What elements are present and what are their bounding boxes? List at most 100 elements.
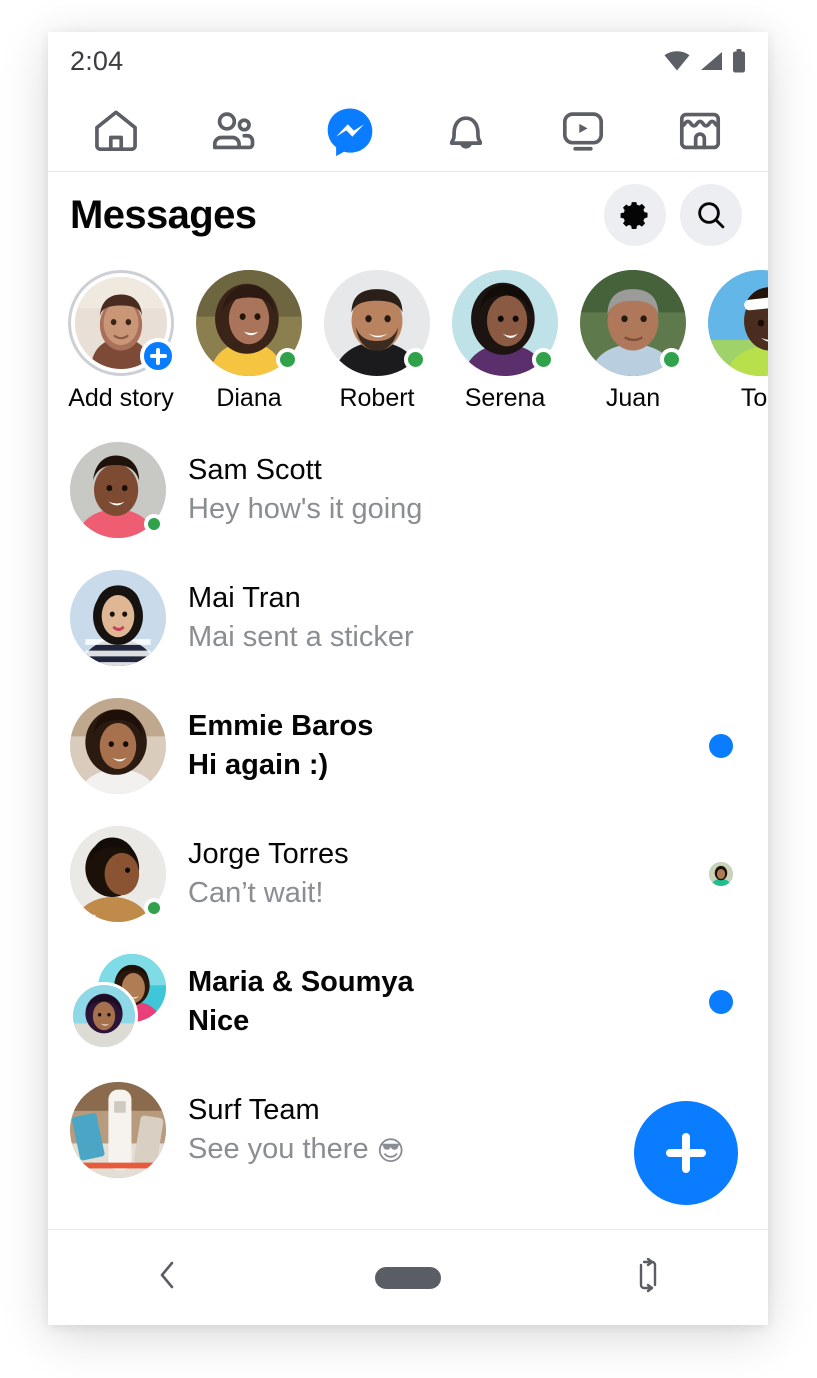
- conversation-row-mai-tran[interactable]: Mai Tran Mai sent a sticker: [48, 554, 768, 682]
- unread-indicator-dot: [709, 734, 733, 758]
- conversation-meta: [700, 990, 742, 1014]
- avatar-wrap: [70, 570, 166, 666]
- stories-row[interactable]: Add story: [48, 258, 768, 418]
- storefront-icon: [674, 105, 726, 157]
- story-juan[interactable]: Juan: [580, 270, 686, 413]
- online-status-badge: [144, 898, 164, 918]
- sunglasses-emoji: 😎: [377, 1136, 405, 1166]
- conversation-snippet: Mai sent a sticker: [188, 618, 700, 657]
- wifi-icon: [664, 51, 690, 71]
- tab-notifications[interactable]: [435, 102, 497, 160]
- battery-icon: [732, 49, 746, 73]
- conversation-row-jorge-torres[interactable]: Jorge Torres Can’t wait!: [48, 810, 768, 938]
- story-avatar-wrap: [68, 270, 174, 376]
- story-serena[interactable]: Serena: [452, 270, 558, 413]
- avatar-wrap: [70, 826, 166, 922]
- conversation-name: Emmie Baros: [188, 707, 700, 746]
- system-home-button[interactable]: [353, 1247, 463, 1309]
- tab-marketplace[interactable]: [669, 102, 731, 160]
- seen-by-avatar: [709, 862, 733, 886]
- tab-watch[interactable]: [552, 102, 614, 160]
- search-icon: [694, 198, 728, 232]
- conversation-snippet: Nice: [188, 1002, 700, 1041]
- home-icon: [90, 105, 142, 157]
- avatar: [70, 1082, 166, 1178]
- video-play-icon: [557, 105, 609, 157]
- conversation-text: Sam Scott Hey how's it going: [166, 451, 700, 529]
- rotate-screen-icon: [633, 1257, 663, 1298]
- messenger-icon: [324, 105, 376, 157]
- header-actions: [604, 184, 742, 246]
- conversation-row-emmie-baros[interactable]: Emmie Baros Hi again :): [48, 682, 768, 810]
- conversation-snippet: Can’t wait!: [188, 874, 700, 913]
- avatar: [70, 982, 138, 1050]
- people-icon: [207, 105, 259, 157]
- avatar: [70, 570, 166, 666]
- tab-chats[interactable]: [319, 102, 381, 160]
- avatar: [708, 270, 768, 376]
- cellular-signal-icon: [699, 51, 723, 71]
- conversation-name: Mai Tran: [188, 579, 700, 618]
- story-add-story[interactable]: Add story: [68, 270, 174, 413]
- story-robert[interactable]: Robert: [324, 270, 430, 413]
- avatar-wrap: [70, 954, 166, 1050]
- conversation-row-sam-scott[interactable]: Sam Scott Hey how's it going: [48, 426, 768, 554]
- conversation-name: Maria & Soumya: [188, 963, 700, 1002]
- conversation-meta: [700, 862, 742, 886]
- unread-indicator-dot: [709, 990, 733, 1014]
- page-title: Messages: [70, 195, 256, 235]
- story-avatar-wrap: [580, 270, 686, 376]
- status-bar: 2:04: [48, 32, 768, 90]
- status-bar-clock: 2:04: [70, 46, 123, 77]
- conversation-text: Emmie Baros Hi again :): [166, 707, 700, 785]
- snippet-text: See you there: [188, 1133, 377, 1165]
- new-message-button[interactable]: [634, 1101, 738, 1205]
- conversation-name: Jorge Torres: [188, 835, 700, 874]
- story-label: Ton: [741, 385, 768, 413]
- online-status-badge: [144, 514, 164, 534]
- conversation-text: Jorge Torres Can’t wait!: [166, 835, 700, 913]
- conversation-snippet: Hi again :): [188, 746, 700, 785]
- online-status-badge: [660, 348, 683, 371]
- settings-button[interactable]: [604, 184, 666, 246]
- story-label: Juan: [606, 385, 660, 413]
- status-bar-icons: [664, 49, 746, 73]
- page-header: Messages: [48, 172, 768, 258]
- story-label: Serena: [465, 385, 546, 413]
- story-diana[interactable]: Diana: [196, 270, 302, 413]
- chevron-left-icon: [155, 1258, 181, 1297]
- story-label: Robert: [339, 385, 414, 413]
- avatar-wrap: [70, 1082, 166, 1178]
- tab-people[interactable]: [202, 102, 264, 160]
- avatar-wrap: [70, 442, 166, 538]
- story-avatar-wrap: [324, 270, 430, 376]
- conversation-snippet: Hey how's it going: [188, 490, 700, 529]
- story-label: Diana: [216, 385, 281, 413]
- conversation-name: Surf Team: [188, 1091, 700, 1130]
- search-button[interactable]: [680, 184, 742, 246]
- tab-home[interactable]: [85, 102, 147, 160]
- system-rotate-button[interactable]: [593, 1247, 703, 1309]
- story-label: Add story: [68, 385, 174, 413]
- bell-icon: [440, 105, 492, 157]
- add-story-plus-icon[interactable]: [140, 338, 176, 374]
- conversation-name: Sam Scott: [188, 451, 700, 490]
- story-avatar-wrap: [452, 270, 558, 376]
- conversation-meta: [700, 734, 742, 758]
- online-status-badge: [532, 348, 555, 371]
- story-avatar-wrap: [708, 270, 768, 376]
- avatar: [70, 698, 166, 794]
- conversation-list: Sam Scott Hey how's it going: [48, 418, 768, 1229]
- group-avatar: [70, 954, 166, 1050]
- conversation-row-maria-and-soumya[interactable]: Maria & Soumya Nice: [48, 938, 768, 1066]
- system-back-button[interactable]: [113, 1247, 223, 1309]
- conversation-text: Maria & Soumya Nice: [166, 963, 700, 1041]
- gear-icon: [619, 199, 651, 231]
- system-navigation-bar: [48, 1229, 768, 1325]
- story-ton[interactable]: Ton: [708, 270, 768, 413]
- avatar-wrap: [70, 698, 166, 794]
- conversation-snippet: See you there 😎: [188, 1130, 700, 1169]
- top-tab-bar: [48, 90, 768, 172]
- online-status-badge: [404, 348, 427, 371]
- story-avatar-wrap: [196, 270, 302, 376]
